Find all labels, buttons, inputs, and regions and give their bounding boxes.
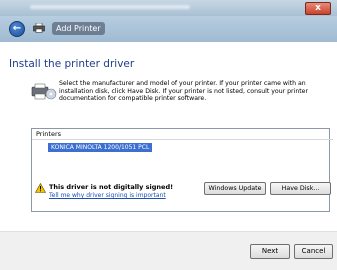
wizard-footer: Next Cancel: [0, 231, 337, 270]
driver-signing-link[interactable]: Tell me why driver signing is important: [49, 192, 166, 199]
wizard-content: Install the printer driver Select the ma…: [0, 42, 337, 231]
next-button[interactable]: Next: [250, 244, 290, 259]
have-disk-button[interactable]: Have Disk...: [270, 182, 331, 195]
unsigned-driver-warning: This driver is not digitally signed!: [49, 183, 174, 191]
wizard-title: Add Printer: [52, 22, 105, 35]
printer-disk-icon: [31, 83, 57, 100]
back-button[interactable]: ←: [9, 21, 25, 37]
page-description: Select the manufacturer and model of you…: [59, 80, 309, 102]
printer-list[interactable]: Printers KONICA MINOLTA 1200/1051 PCL: [31, 128, 333, 212]
window-title-blurred: [30, 5, 190, 9]
close-button[interactable]: x: [305, 2, 331, 15]
windows-update-button[interactable]: Windows Update: [204, 182, 266, 195]
warning-icon: [35, 183, 46, 193]
navigation-bar: ← Add Printer: [0, 16, 337, 42]
title-bar: x: [0, 0, 337, 16]
printer-list-header: Printers: [32, 129, 333, 140]
page-heading: Install the printer driver: [9, 58, 135, 70]
printer-icon: [33, 23, 45, 33]
cancel-button[interactable]: Cancel: [294, 244, 333, 259]
printer-list-item[interactable]: KONICA MINOLTA 1200/1051 PCL: [48, 143, 153, 152]
